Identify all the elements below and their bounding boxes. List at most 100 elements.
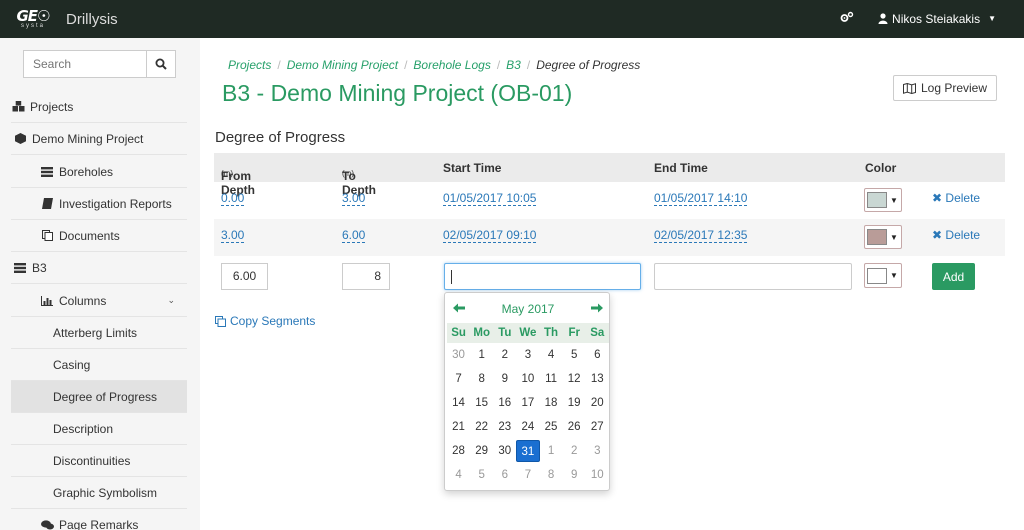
datepicker-day[interactable]: 27: [586, 421, 609, 433]
delete-button[interactable]: ✖ Delete: [932, 228, 980, 242]
datepicker-day[interactable]: 9: [493, 373, 516, 385]
datepicker-day[interactable]: 8: [540, 469, 563, 481]
new-end-time-input[interactable]: [654, 263, 852, 290]
datepicker-day[interactable]: 6: [586, 349, 609, 361]
weekday-label: Mo: [473, 327, 490, 339]
datepicker-day[interactable]: 10: [516, 373, 539, 385]
breadcrumb-separator: /: [496, 58, 501, 72]
weekday-label: Th: [544, 327, 559, 339]
search-button[interactable]: [146, 51, 175, 77]
row-to-depth[interactable]: 6.00: [342, 228, 366, 243]
new-color-picker[interactable]: ▼: [864, 263, 902, 288]
datepicker-day[interactable]: 2: [563, 445, 586, 457]
datepicker-day[interactable]: 20: [586, 397, 609, 409]
copy-segments-link[interactable]: Copy Segments: [215, 314, 315, 328]
datepicker-day[interactable]: 24: [516, 421, 539, 433]
breadcrumb-demo-mining-project[interactable]: Demo Mining Project: [287, 58, 398, 72]
datepicker-day[interactable]: 3: [516, 349, 539, 361]
row-from-depth[interactable]: 0.00: [221, 191, 245, 206]
datepicker-day[interactable]: 9: [563, 469, 586, 481]
row-to-depth[interactable]: 3.00: [342, 191, 366, 206]
datepicker-day-selected[interactable]: 31: [516, 440, 540, 462]
new-to-depth-input[interactable]: 8: [342, 263, 390, 290]
datepicker-day[interactable]: 5: [563, 349, 586, 361]
datepicker-day[interactable]: 30: [493, 445, 516, 457]
text-cursor: [451, 270, 452, 284]
breadcrumb-b3[interactable]: B3: [506, 58, 521, 72]
new-start-time-input[interactable]: [444, 263, 641, 290]
datepicker-day[interactable]: 1: [470, 349, 493, 361]
row-from-depth[interactable]: 3.00: [221, 228, 245, 243]
new-from-depth-input[interactable]: 6.00: [221, 263, 268, 290]
color-picker[interactable]: ▼: [864, 225, 902, 249]
user-menu[interactable]: Nikos Steiakakis ▼: [878, 12, 996, 26]
datepicker-day[interactable]: 11: [540, 373, 563, 385]
datepicker-day[interactable]: 26: [563, 421, 586, 433]
delete-button[interactable]: ✖ Delete: [932, 191, 980, 205]
datepicker-day[interactable]: 28: [447, 445, 470, 457]
datepicker-day[interactable]: 4: [540, 349, 563, 361]
sidebar-item-projects[interactable]: Projects: [11, 91, 187, 123]
datepicker-month[interactable]: May 2017: [502, 302, 555, 316]
row-end-time[interactable]: 02/05/2017 12:35: [654, 228, 748, 243]
datepicker-day[interactable]: 16: [493, 397, 516, 409]
brand[interactable]: GE☉ systa Drillysis: [10, 6, 117, 32]
row-end-time[interactable]: 01/05/2017 14:10: [654, 191, 748, 206]
datepicker-day[interactable]: 12: [563, 373, 586, 385]
sidebar-item-b3[interactable]: B3: [11, 252, 187, 284]
datepicker-day[interactable]: 4: [447, 469, 470, 481]
datepicker-day[interactable]: 5: [470, 469, 493, 481]
log-preview-button[interactable]: Log Preview: [893, 75, 997, 101]
datepicker-day[interactable]: 8: [470, 373, 493, 385]
datepicker-day[interactable]: 25: [540, 421, 563, 433]
row-start-time[interactable]: 01/05/2017 10:05: [443, 191, 537, 206]
sidebar-item-label: Casing: [53, 357, 91, 372]
datepicker-day[interactable]: 19: [563, 397, 586, 409]
datepicker-day[interactable]: 29: [470, 445, 493, 457]
bar-chart-icon: [40, 295, 54, 306]
chevron-down-icon[interactable]: ⌄: [167, 295, 175, 306]
cubes-icon: [11, 101, 25, 112]
datepicker-day[interactable]: 17: [516, 397, 539, 409]
sidebar-item-atterberg-limits[interactable]: Atterberg Limits: [11, 317, 187, 349]
color-picker[interactable]: ▼: [864, 188, 902, 212]
datepicker-day[interactable]: 15: [470, 397, 493, 409]
datepicker-day[interactable]: 30: [447, 349, 470, 361]
settings-cogs-icon[interactable]: [840, 11, 854, 26]
sidebar-item-discontinuities[interactable]: Discontinuities: [11, 445, 187, 477]
datepicker-day[interactable]: 22: [470, 421, 493, 433]
datepicker-day[interactable]: 7: [516, 469, 539, 481]
sidebar-item-page-remarks[interactable]: Page Remarks: [11, 509, 187, 530]
breadcrumb-borehole-logs[interactable]: Borehole Logs: [413, 58, 490, 72]
add-button[interactable]: Add: [932, 263, 975, 290]
search-input[interactable]: [24, 51, 146, 77]
sidebar-item-label: Graphic Symbolism: [53, 485, 158, 500]
sidebar-item-description[interactable]: Description: [11, 413, 187, 445]
datepicker-day[interactable]: 2: [493, 349, 516, 361]
sidebar-item-demo-mining-project[interactable]: Demo Mining Project: [11, 123, 187, 155]
next-month-arrow-icon[interactable]: [590, 302, 603, 316]
datepicker-day[interactable]: 6: [493, 469, 516, 481]
datepicker-popup: May 2017 Su Mo Tu We Th Fr Sa 30 1 2 3 4 5 6 7 8 9 10 11 12…: [444, 292, 610, 491]
sidebar-item-columns[interactable]: Columns ⌄: [11, 285, 187, 317]
sidebar-item-boreholes[interactable]: Boreholes: [11, 156, 187, 188]
sidebar-item-investigation-reports[interactable]: Investigation Reports: [11, 188, 187, 220]
datepicker-day[interactable]: 7: [447, 373, 470, 385]
sidebar-item-graphic-symbolism[interactable]: Graphic Symbolism: [11, 477, 187, 509]
sidebar-item-casing[interactable]: Casing: [11, 349, 187, 381]
datepicker-day[interactable]: 23: [493, 421, 516, 433]
datepicker-day[interactable]: 3: [586, 445, 609, 457]
datepicker-day[interactable]: 1: [540, 445, 563, 457]
datepicker-day[interactable]: 10: [586, 469, 609, 481]
datepicker-day[interactable]: 21: [447, 421, 470, 433]
color-swatch: [867, 192, 887, 208]
datepicker-day[interactable]: 13: [586, 373, 609, 385]
breadcrumb-projects[interactable]: Projects: [228, 58, 271, 72]
sidebar-item-documents[interactable]: Documents: [11, 220, 187, 252]
row-start-time[interactable]: 02/05/2017 09:10: [443, 228, 537, 243]
list-icon: [13, 262, 27, 273]
datepicker-day[interactable]: 18: [540, 397, 563, 409]
datepicker-day[interactable]: 14: [447, 397, 470, 409]
sidebar-item-degree-of-progress[interactable]: Degree of Progress: [11, 381, 187, 413]
prev-month-arrow-icon[interactable]: [453, 302, 465, 316]
